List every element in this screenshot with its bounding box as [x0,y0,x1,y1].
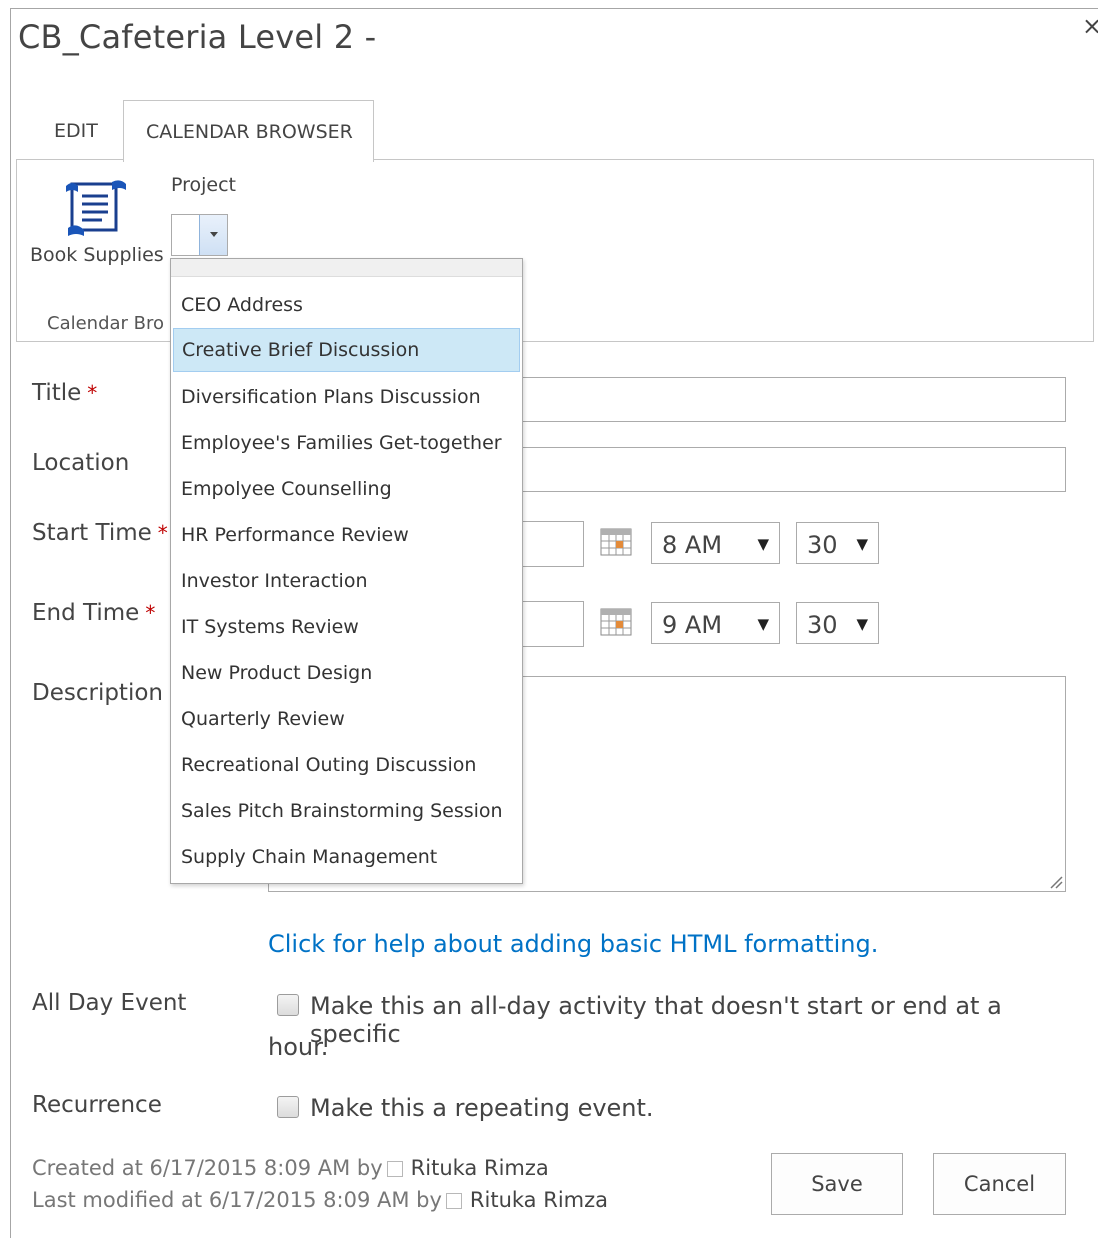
presence-icon [386,1161,403,1177]
save-button[interactable]: Save [771,1153,903,1215]
start-minute-select[interactable]: 30 ▼ [796,522,879,564]
dropdown-option[interactable]: Empolyee Counselling [173,468,520,512]
dropdown-option[interactable]: Employee's Families Get-together [173,422,520,466]
calendar-icon[interactable] [600,528,632,556]
start-time-label: Start Time * [32,520,168,546]
dropdown-option[interactable]: Supply Chain Management [173,836,520,880]
book-supplies-label[interactable]: Book Supplies [30,244,164,266]
html-help-link[interactable]: Click for help about adding basic HTML f… [268,930,878,958]
all-day-checkbox[interactable] [277,994,299,1016]
description-label: Description [32,680,163,706]
dropdown-option[interactable]: IT Systems Review [173,606,520,650]
modified-by-user[interactable]: Rituka Rimza [470,1188,608,1212]
cancel-button[interactable]: Cancel [933,1153,1066,1215]
project-dropdown-list: CEO Address Creative Brief Discussion Di… [170,258,523,884]
dropdown-option[interactable]: Recreational Outing Discussion [173,744,520,788]
project-select[interactable] [171,214,228,256]
dropdown-option[interactable]: Diversification Plans Discussion [173,376,520,420]
dropdown-option[interactable]: CEO Address [173,284,520,328]
all-day-text-line2: hour. [268,1033,329,1061]
dropdown-option[interactable]: Sales Pitch Brainstorming Session [173,790,520,834]
recurrence-checkbox[interactable] [277,1096,299,1118]
dropdown-option[interactable]: HR Performance Review [173,514,520,558]
calendar-icon[interactable] [600,608,632,636]
chevron-down-icon: ▼ [856,615,868,633]
chevron-down-icon: ▼ [757,615,769,633]
end-hour-select[interactable]: 9 AM ▼ [651,602,780,644]
location-label: Location [32,450,130,476]
tab-calendar-browser[interactable]: CALENDAR BROWSER [123,100,374,162]
presence-icon [445,1193,462,1209]
project-label: Project [171,174,237,196]
recurrence-text: Make this a repeating event. [310,1094,654,1122]
recurrence-label: Recurrence [32,1092,162,1118]
modified-info: Last modified at 6/17/2015 8:09 AM by Rit… [32,1188,609,1212]
resize-grip-icon[interactable] [1049,875,1063,889]
title-label: Title * [32,380,98,406]
chevron-down-icon: ▼ [856,535,868,553]
end-time-label: End Time * [32,600,156,626]
start-hour-select[interactable]: 8 AM ▼ [651,522,780,564]
dropdown-option-highlighted[interactable]: Creative Brief Discussion [173,328,520,372]
book-supplies-icon[interactable] [62,178,128,240]
dialog-title: CB_Cafeteria Level 2 - [18,18,377,56]
created-info: Created at 6/17/2015 8:09 AM by Rituka Ri… [32,1156,549,1180]
close-icon[interactable]: × [1082,12,1098,40]
dropdown-option[interactable]: Investor Interaction [173,560,520,604]
dropdown-option[interactable]: New Product Design [173,652,520,696]
created-by-user[interactable]: Rituka Rimza [411,1156,549,1180]
dropdown-header-bar [171,259,522,277]
dropdown-arrow-icon[interactable] [199,215,227,255]
tab-edit[interactable]: EDIT [54,120,98,142]
all-day-label: All Day Event [32,990,187,1016]
ribbon-group-label: Calendar Bro [47,313,165,334]
dropdown-option[interactable]: Quarterly Review [173,698,520,742]
all-day-text-line1: Make this an all-day activity that doesn… [310,992,1002,1048]
end-minute-select[interactable]: 30 ▼ [796,602,879,644]
chevron-down-icon: ▼ [757,535,769,553]
